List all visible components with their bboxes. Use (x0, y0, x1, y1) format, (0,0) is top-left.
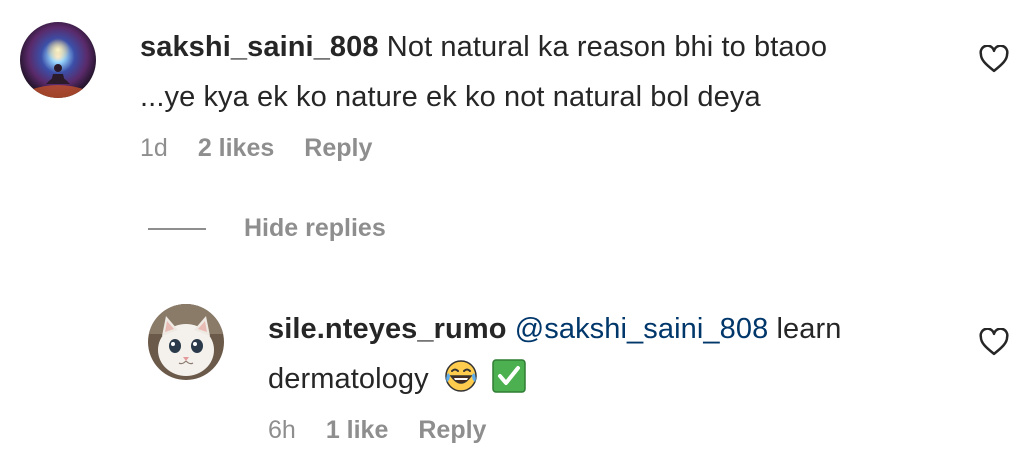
hide-replies-button[interactable]: Hide replies (148, 214, 386, 243)
reply-meta: 6h 1 like Reply (268, 416, 486, 445)
reply-body-line1: learn (768, 313, 842, 345)
cosmic-meditation-avatar-icon (20, 22, 96, 98)
reply-timestamp: 6h (268, 416, 296, 444)
avatar[interactable] (148, 304, 224, 380)
heart-outline-icon[interactable] (979, 45, 1009, 73)
reply-text: sile.nteyes_rumo @sakshi_saini_808 learn… (268, 304, 968, 404)
face-with-tears-of-joy-icon (445, 360, 477, 392)
reply-mention-link[interactable]: @sakshi_saini_808 (515, 313, 769, 345)
comment-body-line1: Not natural ka reason bhi to btaoo (386, 31, 828, 63)
reply-button[interactable]: Reply (418, 416, 486, 445)
comment-body-line2: ...ye kya ek ko nature ek ko not natural… (140, 81, 761, 113)
reply-likes-count[interactable]: 1 like (326, 416, 389, 445)
reply-username[interactable]: sile.nteyes_rumo (268, 313, 507, 345)
comment-username[interactable]: sakshi_saini_808 (140, 31, 379, 63)
comment-text: sakshi_saini_808 Not natural ka reason b… (140, 22, 970, 122)
white-cat-avatar-icon (148, 304, 224, 380)
check-mark-button-icon (492, 359, 526, 393)
divider-line (148, 227, 206, 230)
comments-panel: sakshi_saini_808 Not natural ka reason b… (0, 0, 1024, 476)
reply-button[interactable]: Reply (304, 134, 372, 163)
comment-meta: 1d 2 likes Reply (140, 134, 372, 163)
reply-body-line2: dermatology (268, 363, 429, 395)
avatar[interactable] (20, 22, 96, 98)
comment-likes-count[interactable]: 2 likes (198, 134, 274, 163)
hide-replies-label: Hide replies (244, 214, 386, 242)
comment-timestamp: 1d (140, 134, 168, 162)
heart-outline-icon[interactable] (979, 328, 1009, 356)
